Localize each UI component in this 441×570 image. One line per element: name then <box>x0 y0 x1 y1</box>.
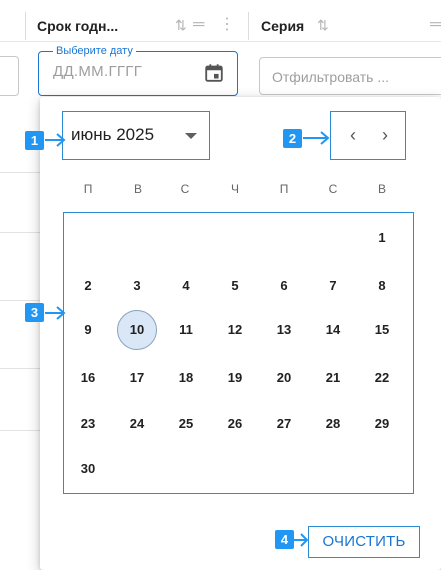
day-cell[interactable]: 13 <box>264 310 304 350</box>
column-title-expiry[interactable]: Срок годн... <box>37 18 118 34</box>
weekday-label: С <box>180 182 190 196</box>
series-filter-input[interactable]: Отфильтровать ... <box>272 69 389 85</box>
day-cell[interactable]: 4 <box>166 266 206 306</box>
date-filter-field[interactable]: Выберите дату ДД.ММ.ГГГГ <box>38 44 238 96</box>
callout-arrow-icon <box>303 131 330 145</box>
day-cell[interactable]: 23 <box>68 404 108 444</box>
day-cell[interactable]: 12 <box>215 310 255 350</box>
day-cell[interactable]: 27 <box>264 404 304 444</box>
date-filter-input[interactable]: ДД.ММ.ГГГГ <box>53 63 142 80</box>
date-filter-legend: Выберите дату <box>53 44 136 58</box>
day-cell[interactable]: 30 <box>68 449 108 489</box>
weekday-label: В <box>377 182 386 196</box>
day-cell[interactable]: 21 <box>313 358 353 398</box>
calendar-icon[interactable] <box>203 62 225 84</box>
sort-icon[interactable]: ⇅ <box>175 17 187 33</box>
column-menu-icon[interactable]: ⋮ <box>219 17 235 33</box>
day-cell[interactable]: 9 <box>68 310 108 350</box>
next-month-button[interactable]: › <box>373 124 397 148</box>
callout-badge: 1 <box>25 131 44 150</box>
callout-arrow-icon <box>294 533 309 547</box>
previous-month-button[interactable]: ‹ <box>341 124 365 148</box>
column-separator <box>25 12 26 40</box>
callout-badge: 4 <box>275 530 294 549</box>
day-cell[interactable]: 17 <box>117 358 157 398</box>
weekday-label: Ч <box>231 182 239 196</box>
day-cell-selected[interactable]: 10 <box>117 310 157 350</box>
date-picker-popup: июнь 2025 ‹ › П В С Ч П С В ОЧИСТИТЬ 123… <box>40 97 441 570</box>
callout-arrow-icon <box>45 133 66 147</box>
drag-handle-icon[interactable]: ═ <box>430 17 441 33</box>
day-cell[interactable]: 20 <box>264 358 304 398</box>
day-cell[interactable]: 18 <box>166 358 206 398</box>
day-cell[interactable]: 5 <box>215 266 255 306</box>
clear-button[interactable]: ОЧИСТИТЬ <box>308 526 420 558</box>
day-cell[interactable]: 25 <box>166 404 206 444</box>
caret-down-icon <box>185 133 197 139</box>
weekday-label: П <box>279 182 289 196</box>
column-title-series[interactable]: Серия <box>261 18 304 34</box>
day-cell[interactable]: 6 <box>264 266 304 306</box>
day-cell[interactable]: 28 <box>313 404 353 444</box>
weekday-label: В <box>133 182 142 196</box>
month-year-select[interactable]: июнь 2025 <box>62 111 210 160</box>
drag-handle-icon[interactable]: ═ <box>193 17 204 33</box>
day-cell[interactable]: 8 <box>362 266 402 306</box>
day-cell[interactable]: 26 <box>215 404 255 444</box>
filter-input-previous-column[interactable] <box>0 56 19 96</box>
day-cell[interactable]: 3 <box>117 266 157 306</box>
month-year-label: июнь 2025 <box>71 125 155 144</box>
day-cell[interactable]: 24 <box>117 404 157 444</box>
month-navigation: ‹ › <box>330 111 406 160</box>
day-cell[interactable]: 11 <box>166 310 206 350</box>
day-cell[interactable]: 14 <box>313 310 353 350</box>
day-grid <box>63 212 414 494</box>
day-cell[interactable]: 22 <box>362 358 402 398</box>
day-cell[interactable]: 2 <box>68 266 108 306</box>
callout-arrow-icon <box>45 306 66 320</box>
day-cell[interactable]: 15 <box>362 310 402 350</box>
series-filter-field[interactable]: Отфильтровать ... <box>259 57 441 95</box>
callout-badge: 3 <box>25 303 44 322</box>
weekday-label: С <box>328 182 338 196</box>
sort-icon[interactable]: ⇅ <box>317 17 329 33</box>
day-cell[interactable]: 19 <box>215 358 255 398</box>
day-cell[interactable]: 16 <box>68 358 108 398</box>
callout-badge: 2 <box>283 129 302 148</box>
day-cell[interactable]: 1 <box>362 218 402 258</box>
day-cell[interactable]: 7 <box>313 266 353 306</box>
table-header: Срок годн... ⇅ ═ ⋮ Серия ⇅ ═ <box>0 0 441 42</box>
day-cell[interactable]: 29 <box>362 404 402 444</box>
column-separator <box>248 12 249 40</box>
weekday-label: П <box>83 182 93 196</box>
